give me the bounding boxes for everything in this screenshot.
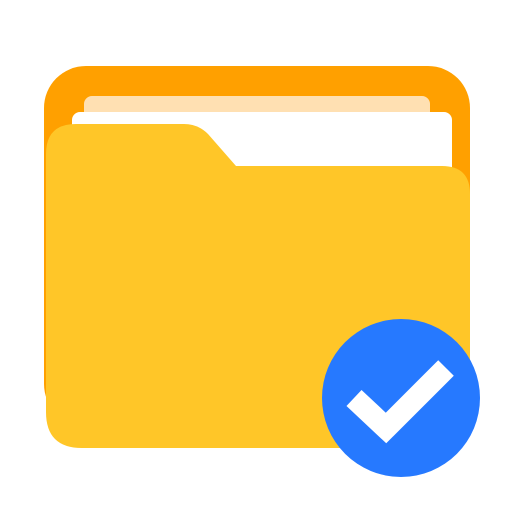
folder-verified-icon bbox=[44, 66, 480, 477]
icon-canvas bbox=[0, 0, 512, 512]
verified-badge bbox=[322, 319, 480, 477]
